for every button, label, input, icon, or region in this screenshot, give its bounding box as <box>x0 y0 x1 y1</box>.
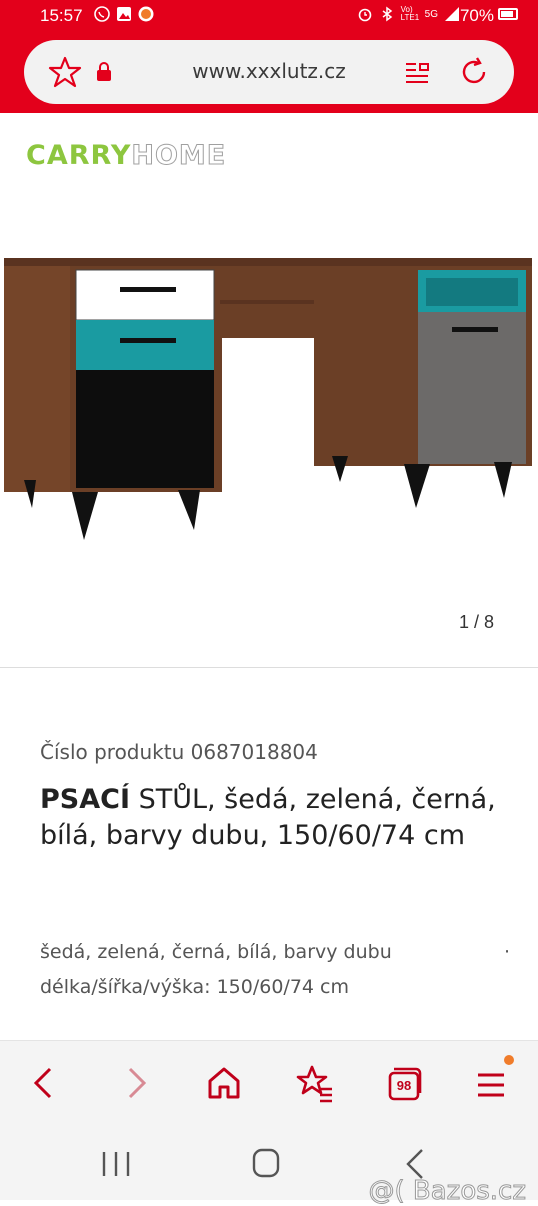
url-text[interactable]: www.xxxlutz.cz <box>24 59 514 83</box>
product-desc-line1: šedá, zelená, černá, bílá, barvy dubu <box>40 941 392 963</box>
address-bar[interactable]: www.xxxlutz.cz <box>24 40 514 104</box>
status-time: 15:57 <box>40 6 83 25</box>
logo-part-home: HOME <box>131 140 227 172</box>
app-notification-icon <box>138 6 154 22</box>
signal-icon <box>445 7 459 21</box>
desc-separator-dot: · <box>503 941 510 963</box>
battery-percent: 70% <box>459 6 494 25</box>
battery-icon <box>498 8 518 20</box>
reader-mode-icon[interactable] <box>404 60 430 86</box>
product-number: Číslo produktu 0687018804 <box>40 740 318 764</box>
tab-count: 98 <box>396 1078 412 1093</box>
product-image[interactable] <box>0 250 538 550</box>
menu-button[interactable] <box>470 1055 514 1105</box>
browser-toolbar: 98 <box>0 1040 538 1130</box>
bluetooth-icon <box>382 6 392 22</box>
back-icon[interactable] <box>22 1061 66 1105</box>
tabs-button[interactable]: 98 <box>382 1061 426 1105</box>
product-description: šedá, zelená, černá, bílá, barvy dubu · … <box>40 935 510 1005</box>
system-icons: Vo) LTE1 5G <box>357 6 460 22</box>
whatsapp-icon <box>94 6 110 22</box>
product-desc-line2: délka/šířka/výška: 150/60/74 cm <box>40 976 350 998</box>
menu-icon <box>478 1073 504 1097</box>
bazos-watermark: @( Bazos.cz <box>368 1176 526 1206</box>
network-label: 5G <box>424 8 438 20</box>
bookmarks-icon[interactable] <box>292 1061 336 1105</box>
alarm-icon <box>358 8 371 22</box>
product-title-bold: PSACÍ <box>40 784 130 815</box>
forward-icon[interactable] <box>114 1061 158 1105</box>
gallery-icon <box>117 7 131 21</box>
home-nav-icon[interactable] <box>246 1146 286 1182</box>
notification-icons <box>94 6 154 22</box>
volte-label: Vo) LTE1 <box>400 5 420 22</box>
status-bar: 15:57 Vo) LTE1 5G 70% <box>0 0 538 34</box>
carryhome-logo[interactable]: CARRYHOME <box>26 140 227 172</box>
browser-header: www.xxxlutz.cz <box>0 34 538 113</box>
divider <box>0 667 538 668</box>
logo-part-carry: CARRY <box>26 140 132 171</box>
recent-apps-icon[interactable] <box>96 1146 136 1182</box>
gallery-counter: 1 / 8 <box>458 612 494 632</box>
menu-notification-dot <box>504 1055 514 1065</box>
reload-icon[interactable] <box>458 56 490 88</box>
product-title: PSACÍ STŮL, šedá, zelená, černá, bílá, b… <box>40 782 500 854</box>
home-icon[interactable] <box>202 1061 246 1105</box>
